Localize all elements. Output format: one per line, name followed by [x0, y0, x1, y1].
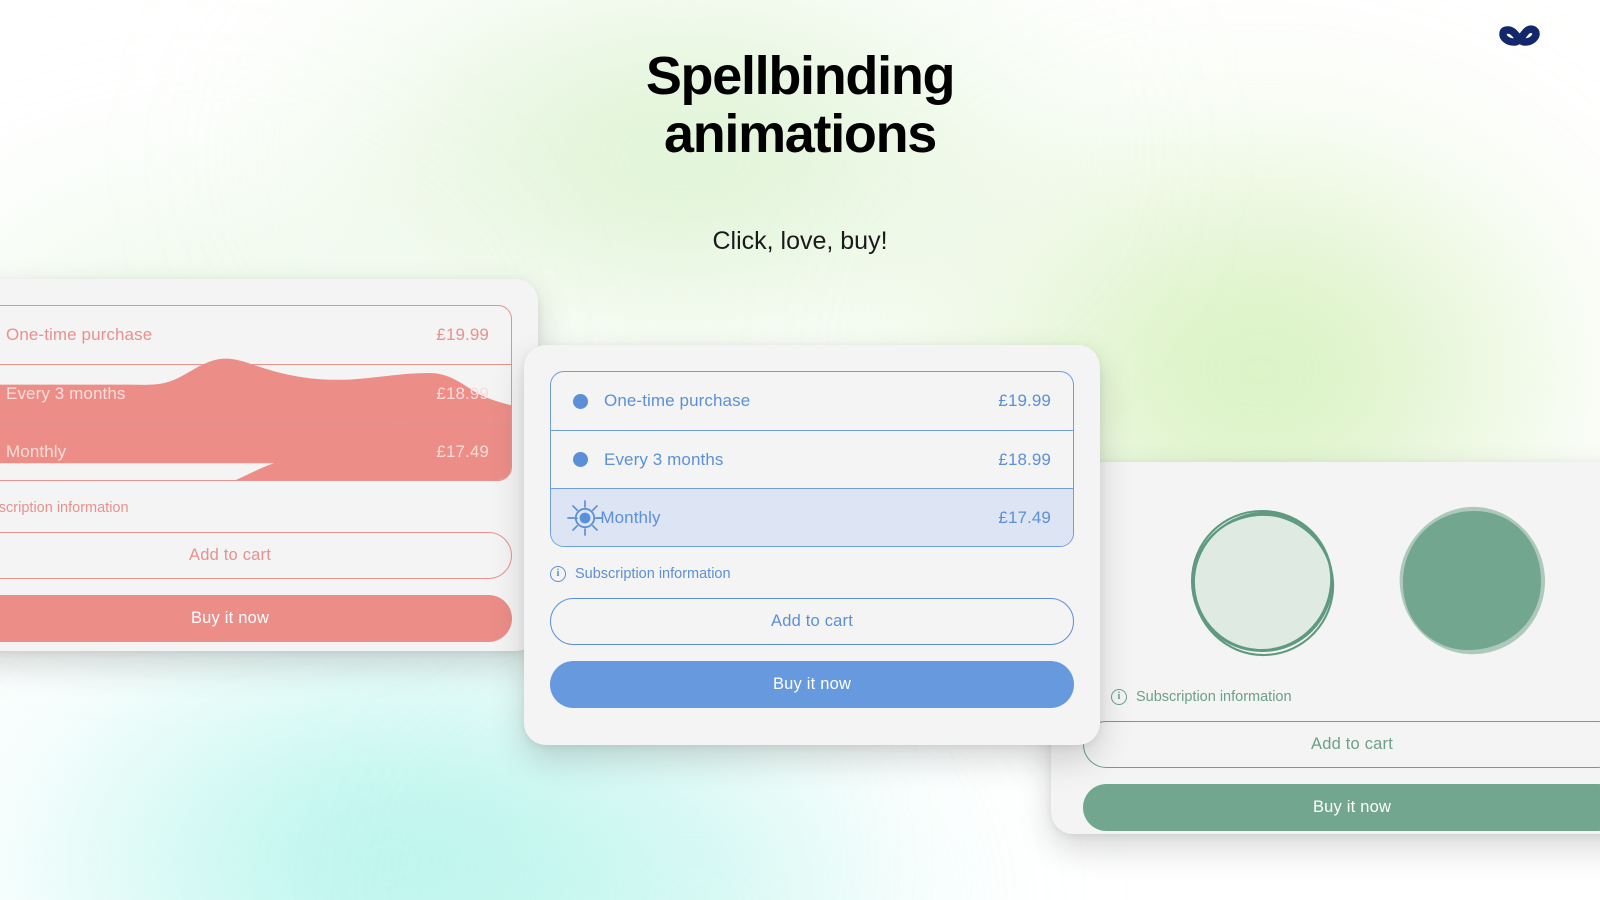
option-row-one-time[interactable]: One-time purchase £19.99 [0, 306, 511, 364]
option-row-monthly[interactable]: - - Mont [551, 488, 1073, 546]
option-row-quarterly[interactable]: Every 3 months £18.99 [0, 364, 511, 422]
add-to-cart-button[interactable]: Add to cart [0, 532, 512, 579]
pricing-card-green: Every 3 months £18.99 Monthly £17.49 i S… [1051, 462, 1600, 834]
option-group-green: Every 3 months £18.99 Monthly £17.49 [1077, 488, 1600, 670]
blob-circle-icon [1399, 506, 1546, 655]
option-row-one-time[interactable]: One-time purchase £19.99 [551, 372, 1073, 430]
page-subtitle: Click, love, buy! [712, 227, 888, 255]
option-label: Every 3 months [604, 449, 724, 469]
option-label: One-time purchase [604, 391, 751, 410]
option-price: £17.49 [436, 441, 489, 461]
option-price: £18.99 [998, 449, 1051, 469]
option-price: £17.49 [998, 507, 1051, 527]
subscription-information-blue[interactable]: i Subscription information [550, 566, 1074, 582]
info-icon: i [550, 566, 566, 582]
pricing-card-red: One-time purchase £19.99 Every 3 months … [0, 279, 538, 651]
sunburst-rays-icon [567, 499, 604, 536]
option-label: Every 3 months [6, 383, 126, 403]
pricing-card-blue: One-time purchase £19.99 Every 3 months … [524, 345, 1100, 745]
subscription-information-label: Subscription information [1136, 689, 1292, 705]
radio-dot-icon[interactable] [573, 452, 588, 467]
option-price: £18.99 [436, 383, 489, 403]
option-bubble-monthly[interactable]: Monthly £17.49 [1396, 505, 1546, 655]
infinity-icon [1499, 25, 1540, 46]
option-group-blue: One-time purchase £19.99 Every 3 months … [550, 371, 1074, 547]
option-price: £19.99 [998, 391, 1051, 410]
subscription-information-red[interactable]: i Subscription information [0, 500, 512, 516]
radio-dot-icon[interactable] [573, 393, 588, 409]
sketch-circle-icon [1190, 509, 1335, 657]
option-label: One-time purchase [6, 325, 153, 344]
buy-it-now-button[interactable]: Buy it now [550, 661, 1074, 708]
option-label: Monthly [600, 507, 661, 527]
subscription-information-label: Subscription information [575, 566, 731, 582]
option-group-red: One-time purchase £19.99 Every 3 months … [0, 305, 512, 481]
page-title: Spellbinding animations [645, 46, 956, 164]
add-to-cart-button[interactable]: Add to cart [1083, 721, 1600, 768]
infinity-logo[interactable] [1492, 18, 1548, 54]
add-to-cart-button[interactable]: Add to cart [550, 598, 1074, 645]
info-icon: i [1111, 689, 1127, 705]
option-label: Monthly [6, 441, 67, 461]
option-row-quarterly[interactable]: Every 3 months £18.99 [551, 430, 1073, 488]
buy-it-now-button[interactable]: Buy it now [1083, 784, 1600, 831]
option-bubble-quarterly[interactable]: Every 3 months £18.99 [1188, 505, 1336, 657]
sunburst-radio-icon[interactable] [567, 499, 604, 536]
option-row-monthly[interactable]: Monthly £17.49 [0, 422, 511, 480]
subscription-information-green[interactable]: i Subscription information [1077, 689, 1600, 705]
subscription-information-label: Subscription information [0, 500, 129, 516]
option-price: £19.99 [436, 325, 489, 344]
buy-it-now-button[interactable]: Buy it now [0, 595, 512, 642]
